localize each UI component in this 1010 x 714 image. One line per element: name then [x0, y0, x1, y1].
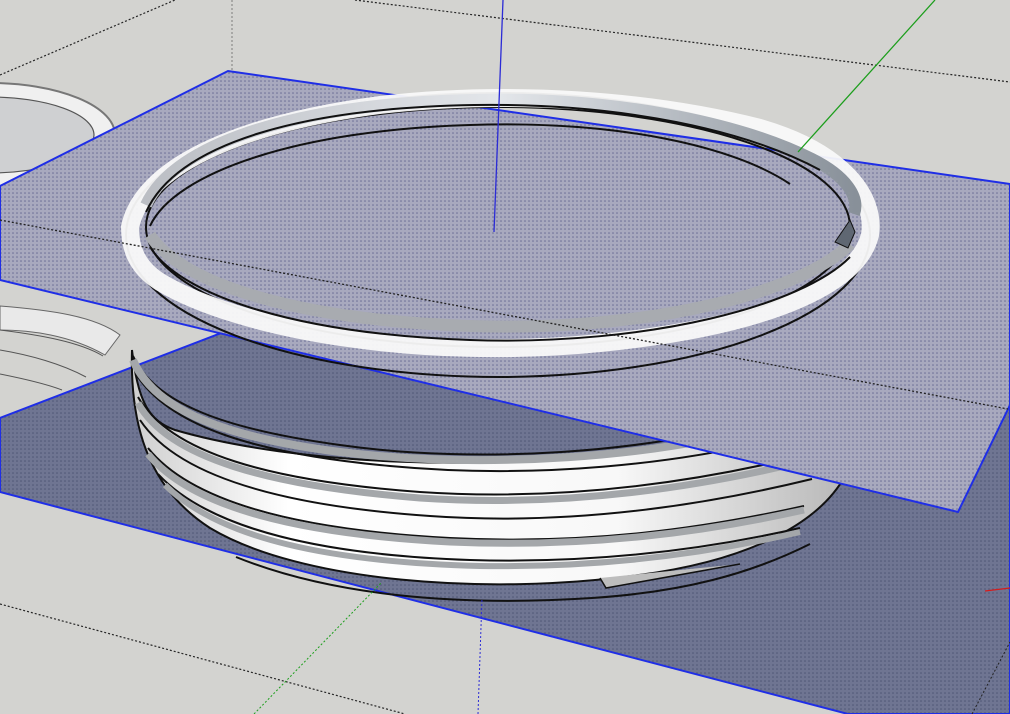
back-right-guide [354, 0, 1010, 83]
green-axis-icon [797, 0, 936, 153]
model-viewport[interactable] [0, 0, 1010, 714]
3d-scene[interactable] [0, 0, 1010, 714]
back-left-guide [0, 0, 176, 76]
green-axis-dashed [253, 581, 383, 714]
